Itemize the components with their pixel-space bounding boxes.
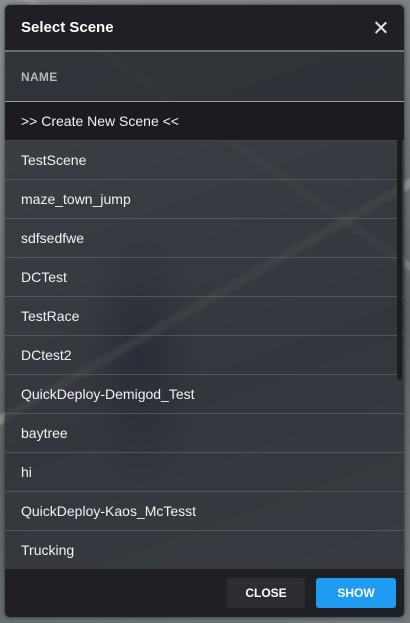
list-scrollbar[interactable] — [397, 102, 402, 380]
column-header-name[interactable]: NAME — [21, 70, 58, 84]
close-icon[interactable] — [374, 21, 388, 35]
list-item[interactable]: QuickDeploy-Kaos_McTesst — [5, 492, 404, 531]
scene-list-container[interactable]: >> Create New Scene << TestScene maze_to… — [5, 102, 404, 569]
list-item[interactable]: maze_town_jump — [5, 180, 404, 219]
list-item[interactable]: TestRace — [5, 297, 404, 336]
list-item[interactable]: DCTest — [5, 258, 404, 297]
scene-list: >> Create New Scene << TestScene maze_to… — [5, 102, 404, 569]
list-item[interactable]: hi — [5, 453, 404, 492]
show-button[interactable]: SHOW — [316, 578, 396, 608]
dialog-title: Select Scene — [21, 19, 114, 36]
dialog-header: Select Scene — [5, 5, 404, 52]
list-item[interactable]: Trucking — [5, 531, 404, 569]
dialog-footer: CLOSE SHOW — [5, 569, 404, 617]
list-item[interactable]: sdfsedfwe — [5, 219, 404, 258]
list-item[interactable]: QuickDeploy-Demigod_Test — [5, 375, 404, 414]
close-button[interactable]: CLOSE — [227, 578, 305, 608]
select-scene-dialog: Select Scene NAME >> Create New Scene <<… — [5, 5, 404, 617]
list-item[interactable]: baytree — [5, 414, 404, 453]
table-header: NAME — [5, 52, 404, 102]
list-item[interactable]: DCtest2 — [5, 336, 404, 375]
list-item-create-new-scene[interactable]: >> Create New Scene << — [5, 102, 404, 141]
list-item[interactable]: TestScene — [5, 141, 404, 180]
